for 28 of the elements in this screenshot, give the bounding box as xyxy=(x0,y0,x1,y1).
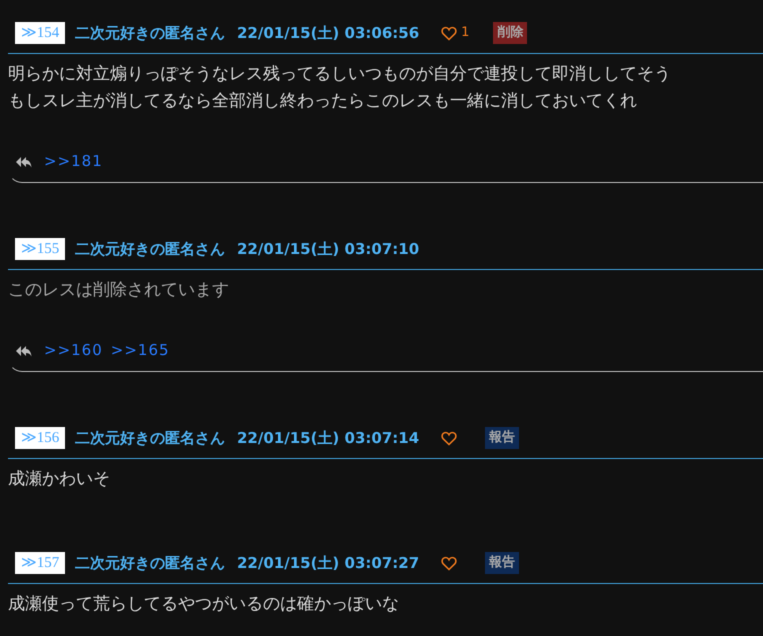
heart-icon[interactable] xyxy=(441,430,458,446)
post-date: 22/01/15(土) 03:06:56 xyxy=(237,22,420,44)
deleted-notice: このレスは削除されています xyxy=(8,279,229,302)
post-body: 成瀬かわいそ xyxy=(8,468,110,491)
poster-name: 二次元好きの匿名さん xyxy=(75,238,225,260)
poster-name: 二次元好きの匿名さん xyxy=(75,428,225,449)
reply-link[interactable]: >>181 xyxy=(44,150,103,173)
post-number-link[interactable]: ≫154 xyxy=(15,22,65,44)
delete-button[interactable]: 削除 xyxy=(493,22,528,44)
reply-icon xyxy=(15,344,32,356)
post-number-link[interactable]: ≫156 xyxy=(15,427,65,449)
post-date: 22/01/15(土) 03:07:10 xyxy=(237,238,420,260)
heart-icon[interactable] xyxy=(441,556,458,570)
post-number-link[interactable]: ≫157 xyxy=(15,552,65,574)
report-button[interactable]: 報告 xyxy=(485,427,520,449)
post-body: 成瀬使って荒らしてるやつがいるのは確かっぽいな xyxy=(8,593,399,616)
reply-icon xyxy=(15,156,32,168)
post-number-link[interactable]: ≫155 xyxy=(15,238,65,260)
post-date: 22/01/15(土) 03:07:14 xyxy=(237,428,420,449)
poster-name: 二次元好きの匿名さん xyxy=(75,22,225,44)
heart-icon[interactable] xyxy=(441,26,458,40)
reply-link[interactable]: >>165 xyxy=(110,339,170,362)
post-date: 22/01/15(土) 03:07:27 xyxy=(237,552,420,574)
post-body: 明らかに対立煽りっぽそうなレス残ってるしいつものが自分で連投して即消ししてそう もしスレ主が消してるなら全部消し終わったらこのレスも一緒に消しておいてくれ xyxy=(8,63,671,113)
poster-name: 二次元好きの匿名さん xyxy=(75,552,225,574)
report-button[interactable]: 報告 xyxy=(485,552,520,574)
like-count: 1 xyxy=(461,24,470,42)
reply-link[interactable]: >>160 xyxy=(44,339,103,362)
